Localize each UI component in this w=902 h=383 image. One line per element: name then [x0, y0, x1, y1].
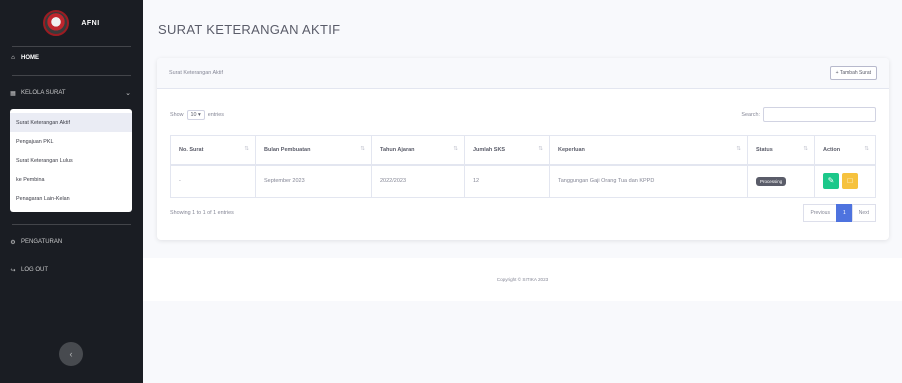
chevron-down-icon: ⌄: [125, 90, 131, 97]
submenu-item-lain[interactable]: Penagaran Lain-Kelan: [10, 189, 132, 208]
data-card: Surat Keterangan Aktif + Tambah Surat Sh…: [157, 58, 889, 240]
edit-button[interactable]: ✎: [823, 173, 839, 190]
card-title: Surat Keterangan Aktif: [169, 70, 223, 76]
table-info: Showing 1 to 1 of 1 entries: [170, 210, 234, 216]
sidebar-item-logout[interactable]: ↪ LOG OUT: [0, 259, 143, 281]
sort-icon: ⇅: [803, 146, 808, 152]
pagination-next[interactable]: Next: [851, 204, 876, 222]
column-header[interactable]: Tahun Ajaran ⇅: [371, 135, 465, 166]
column-header-label: Tahun Ajaran: [380, 146, 415, 153]
table-row: - September 2023 2022/2023 12 Tanggungan…: [170, 164, 876, 198]
column-header-label: Action: [823, 146, 841, 153]
column-header[interactable]: Status ⇅: [747, 135, 815, 166]
folder-icon: ▦: [10, 90, 16, 97]
sidebar-toggle-button[interactable]: ‹: [59, 342, 83, 366]
sidebar-submenu: Surat Keterangan Aktif Pengajuan PKL Sur…: [10, 109, 132, 212]
cell-status: Processing: [747, 164, 815, 198]
submenu-item-surat-lulus[interactable]: Surat Keterangan Lulus: [10, 151, 132, 170]
sidebar-item-pengaturan-label: PENGATURAN: [21, 239, 63, 245]
sidebar-item-kelola-label: KELOLA SURAT: [21, 90, 66, 96]
cell-sks: 12: [464, 164, 550, 198]
show-label: Show: [170, 111, 184, 118]
cell-keperluan: Tanggungan Gaji Orang Tua dan KPPD: [549, 164, 748, 198]
chevron-left-icon: ‹: [69, 349, 73, 359]
entries-select-value: 10: [190, 111, 197, 118]
column-header[interactable]: Action ⇅: [814, 135, 876, 166]
sidebar: AFNI ⌂ HOME ▦ KELOLA SURAT ⌄ Surat Keter…: [0, 0, 143, 383]
sidebar-divider: [12, 224, 131, 225]
submenu-item-pembina[interactable]: ke Pembina: [10, 170, 132, 189]
sidebar-item-home[interactable]: ⌂ HOME: [0, 47, 143, 69]
cell-no-surat: -: [170, 164, 256, 198]
sort-icon: ⇅: [538, 146, 543, 152]
table-footer: Showing 1 to 1 of 1 entries Previous 1 N…: [170, 204, 876, 222]
column-header-label: Jumlah SKS: [473, 146, 506, 153]
entries-select[interactable]: 10 ▾: [186, 109, 205, 120]
entries-label: entries: [207, 111, 224, 118]
pencil-icon: ✎: [827, 176, 835, 186]
column-header[interactable]: Jumlah SKS ⇅: [464, 135, 550, 166]
logout-icon: ↪: [10, 267, 16, 274]
sidebar-item-kelola-surat[interactable]: ▦ KELOLA SURAT ⌄: [0, 82, 143, 104]
column-header-label: Status: [756, 146, 773, 153]
submenu-item-pkl[interactable]: Pengajuan PKL: [10, 132, 132, 151]
sort-icon: ⇅: [360, 146, 365, 152]
gear-icon: ⚙: [10, 239, 16, 246]
sort-icon: ⇅: [864, 146, 869, 152]
search-input[interactable]: [763, 107, 876, 122]
sidebar-divider: [12, 75, 131, 76]
page-footer: Copyright © SITIKA 2023: [143, 258, 902, 301]
sidebar-item-logout-label: LOG OUT: [21, 267, 49, 273]
entries-length: Show 10 ▾ entries: [170, 109, 224, 120]
search-box: Search:: [741, 107, 876, 122]
column-header-label: No. Surat: [179, 146, 204, 153]
column-header-label: Keperluan: [558, 146, 585, 153]
sort-icon: ⇅: [736, 146, 741, 152]
brand-text: AFNI: [81, 19, 100, 27]
column-header-label: Bulan Pembuatan: [264, 146, 311, 153]
pagination-previous[interactable]: Previous: [803, 204, 837, 222]
home-icon: ⌂: [11, 55, 15, 61]
search-label: Search:: [741, 111, 760, 118]
cell-action: ✎ □: [814, 164, 876, 198]
column-header[interactable]: Bulan Pembuatan ⇅: [255, 135, 372, 166]
surat-table: No. Surat ⇅ Bulan Pembuatan ⇅ Tahun Ajaran…: [170, 135, 876, 198]
sidebar-brand[interactable]: AFNI: [0, 0, 143, 46]
main-content: SURAT KETERANGAN AKTIF Surat Keterangan …: [143, 0, 902, 383]
cell-tahun: 2022/2023: [371, 164, 465, 198]
file-icon: □: [847, 176, 853, 186]
submenu-item-surat-aktif[interactable]: Surat Keterangan Aktif: [10, 113, 132, 132]
pagination-page[interactable]: 1: [835, 204, 853, 222]
sidebar-item-home-label: HOME: [21, 55, 39, 61]
add-surat-button[interactable]: + Tambah Surat: [829, 66, 877, 80]
sidebar-item-pengaturan[interactable]: ⚙ PENGATURAN: [0, 231, 143, 253]
pagination: Previous 1 Next: [803, 204, 876, 222]
table-controls: Show 10 ▾ entries Search:: [170, 107, 876, 122]
column-header[interactable]: Keperluan ⇅: [549, 135, 748, 166]
print-button[interactable]: □: [842, 173, 858, 190]
brand-logo: [43, 10, 70, 36]
sort-icon: ⇅: [453, 146, 458, 152]
sort-icon: ⇅: [244, 146, 249, 152]
cell-bulan: September 2023: [255, 164, 372, 198]
page-title: SURAT KETERANGAN AKTIF: [158, 22, 341, 37]
card-header: Surat Keterangan Aktif + Tambah Surat: [157, 58, 889, 89]
copyright-text: Copyright © SITIKA 2023: [496, 277, 549, 282]
table-header-row: No. Surat ⇅ Bulan Pembuatan ⇅ Tahun Ajaran…: [170, 135, 876, 166]
status-badge: Processing: [756, 176, 787, 186]
column-header[interactable]: No. Surat ⇅: [170, 135, 256, 166]
